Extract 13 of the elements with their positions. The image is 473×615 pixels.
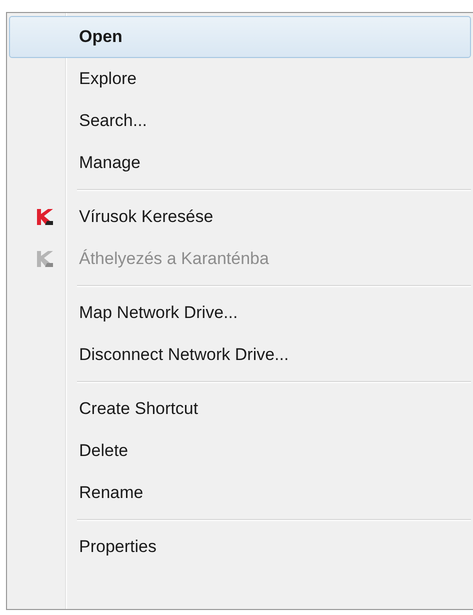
menu-item[interactable]: Disconnect Network Drive... (9, 334, 471, 376)
menu-item[interactable]: Explore (9, 58, 471, 100)
k-logo-icon (36, 208, 54, 226)
menu-item[interactable]: Map Network Drive... (9, 292, 471, 334)
menu-item[interactable]: Properties (9, 526, 471, 568)
menu-item[interactable]: Search... (9, 100, 471, 142)
menu-item[interactable]: Open (9, 16, 471, 58)
menu-item[interactable]: Create Shortcut (9, 388, 471, 430)
menu-item[interactable]: Rename (9, 472, 471, 514)
menu-item[interactable]: Delete (9, 430, 471, 472)
menu-item[interactable]: Manage (9, 142, 471, 184)
menu-item[interactable]: Vírusok Keresése (9, 196, 471, 238)
k-logo-icon (36, 250, 54, 268)
